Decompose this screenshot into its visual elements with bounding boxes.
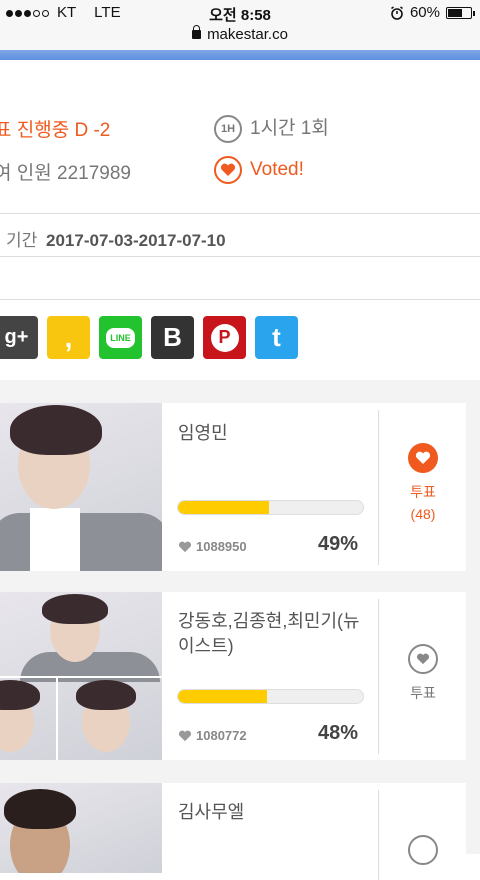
divider [0, 213, 480, 214]
vote-label: 투표 [410, 484, 436, 500]
heart-icon [178, 730, 192, 741]
vote-percent: 48% [318, 722, 359, 744]
heart-icon [214, 156, 242, 184]
divider [378, 410, 379, 565]
divider [0, 256, 480, 257]
vote-button[interactable]: 투표 (48) [380, 443, 466, 525]
pinterest-share-button[interactable]: P [203, 316, 246, 359]
vote-progress-bar [177, 689, 364, 704]
address-bar[interactable]: makestar.co [0, 25, 480, 43]
candidate-photo [0, 403, 162, 571]
vote-progress-bar [177, 500, 364, 515]
divider [378, 599, 379, 754]
page-header-strip [0, 50, 480, 60]
band-share-button[interactable]: B [151, 316, 194, 359]
participant-count: 여 인원 2217989 [0, 163, 131, 184]
vote-period: 기간 2017-07-03-2017-07-10 [6, 226, 226, 251]
vote-frequency: 1H 1시간 1회 [214, 113, 329, 143]
vote-count: 1080772 [178, 728, 247, 743]
heart-icon [178, 541, 192, 552]
share-buttons: g+ , LINE B P t [0, 316, 298, 359]
url-text: makestar.co [207, 26, 288, 43]
vote-button[interactable] [380, 835, 466, 865]
vote-button[interactable]: 투표 [380, 644, 466, 704]
period-label: 기간 [6, 231, 38, 250]
battery-percent: 60% [409, 4, 440, 21]
lock-icon [192, 25, 202, 39]
candidate-card: 김사무엘 [0, 783, 466, 880]
battery-icon [446, 6, 475, 19]
candidate-photo [0, 592, 162, 760]
period-value: 2017-07-03-2017-07-10 [46, 231, 226, 250]
heart-icon [408, 644, 438, 674]
candidate-photo [0, 783, 162, 873]
candidate-name: 김사무엘 [178, 802, 245, 822]
voted-indicator: Voted! [214, 156, 304, 184]
hourly-icon: 1H [214, 114, 242, 143]
battery-info: 60% [390, 4, 475, 21]
vote-label: 투표 [410, 685, 436, 701]
vote-percent: 49% [318, 533, 359, 555]
heart-icon [408, 835, 438, 865]
candidate-name: 임영민 [178, 423, 228, 443]
vote-status: 표 진행중 D -2 [0, 120, 111, 141]
candidate-card: 임영민 1088950 49% 투표 (48) [0, 403, 466, 571]
heart-icon [408, 443, 438, 473]
candidate-name: 강동호,김종현,최민기(뉴이스트) [178, 611, 360, 656]
voted-text: Voted! [250, 159, 304, 181]
divider [378, 790, 379, 880]
line-share-button[interactable]: LINE [99, 316, 142, 359]
divider [0, 299, 480, 300]
alarm-icon [391, 5, 403, 20]
vote-tally: (48) [410, 506, 436, 522]
candidate-card: 강동호,김종현,최민기(뉴이스트) 1080772 48% 투표 [0, 592, 466, 760]
twitter-share-button[interactable]: t [255, 316, 298, 359]
browser-status-bar: KT LTE 오전 8:58 60% makestar.co [0, 0, 480, 50]
google-plus-share-button[interactable]: g+ [0, 316, 38, 359]
vote-count: 1088950 [178, 539, 247, 554]
kakaostory-share-button[interactable]: , [47, 316, 90, 359]
frequency-text: 1시간 1회 [250, 118, 329, 139]
